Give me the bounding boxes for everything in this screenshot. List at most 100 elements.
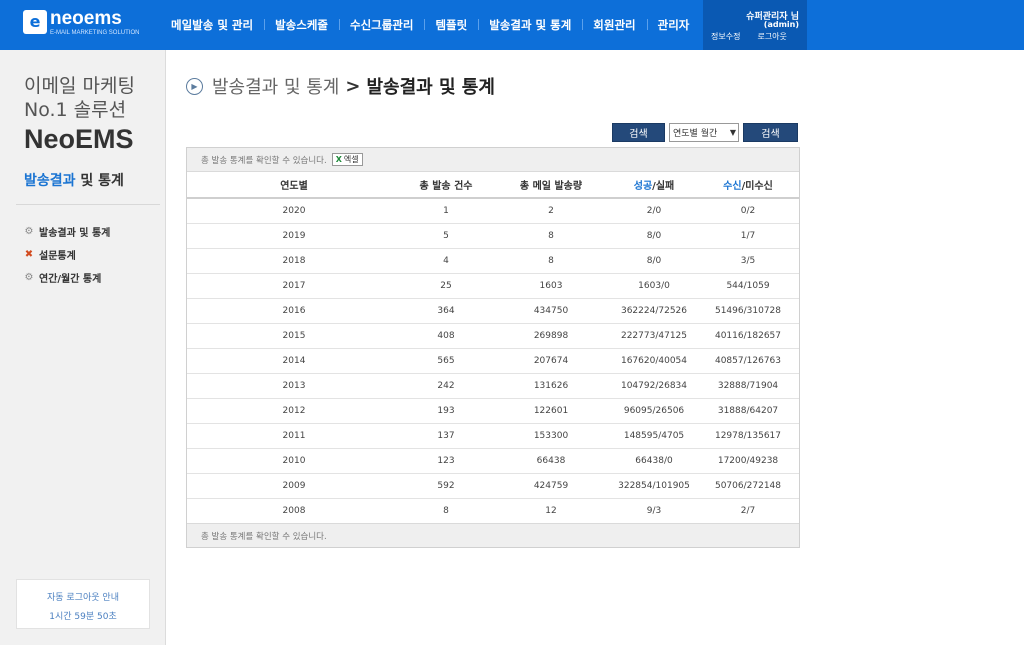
section-title-b: 및 통계 xyxy=(80,173,124,189)
norecv-count: /2 xyxy=(746,205,756,216)
success-count-link[interactable]: 96095 xyxy=(624,406,653,416)
cell-success-fail: 9/3 xyxy=(611,498,697,524)
cell-success-fail: 167620/40054 xyxy=(611,348,697,374)
sidebar-item-label: 설문통계 xyxy=(39,251,76,262)
cell-year: 2009 xyxy=(187,473,401,499)
period-select-value: 연도별 월간 xyxy=(673,129,718,139)
nav-members[interactable]: 회원관리 xyxy=(582,17,646,33)
norecv-count: /126763 xyxy=(743,355,782,366)
user-id: (admin) xyxy=(763,20,799,29)
logo-mark: e xyxy=(23,10,47,34)
cell-total-send: 565 xyxy=(401,348,491,374)
period-select[interactable]: 연도별 월간 ▼ xyxy=(669,123,739,142)
table-row: 2017 25 1603 1603/0 544/1059 xyxy=(187,273,799,299)
logout-link[interactable]: 로그아웃 xyxy=(757,31,786,42)
table-row: 2016 364 434750 362224/72526 51496/310728 xyxy=(187,298,799,324)
gear-icon: ⚙ xyxy=(24,271,34,283)
cell-total-mail: 66438 xyxy=(491,448,611,474)
excel-export-button[interactable]: X 엑셀 xyxy=(331,153,363,166)
cell-total-mail: 12 xyxy=(491,498,611,524)
fail-count: /0 xyxy=(652,230,662,241)
cell-total-mail: 8 xyxy=(491,223,611,249)
edit-profile-link[interactable]: 정보수정 xyxy=(711,31,740,42)
cell-total-mail: 424759 xyxy=(491,473,611,499)
nav-template[interactable]: 템플릿 xyxy=(424,17,478,33)
neoems-logo[interactable]: e neoems E-MAIL MARKETING SOLUTION xyxy=(23,8,139,40)
cell-success-fail: 362224/72526 xyxy=(611,298,697,324)
norecv-count: /135617 xyxy=(743,430,782,441)
col-recv-label: 수신 xyxy=(723,181,742,192)
recv-count-link[interactable]: 40857 xyxy=(715,356,744,366)
search-button[interactable]: 검색 xyxy=(612,123,665,142)
recv-count-link[interactable]: 50706 xyxy=(715,481,744,491)
breadcrumb-parent[interactable]: 발송결과 및 통계 xyxy=(212,73,339,99)
cell-recv-norecv: 2/7 xyxy=(697,498,799,524)
recv-count-link[interactable]: 544 xyxy=(726,281,743,291)
chevron-down-icon: ▼ xyxy=(729,128,736,137)
sidebar-item-survey-stats[interactable]: ✖ 설문통계 xyxy=(24,243,110,266)
top-navigation-bar: e neoems E-MAIL MARKETING SOLUTION 메일발송 … xyxy=(0,0,1024,50)
fail-count: /26834 xyxy=(655,380,688,391)
col-success-label: 성공 xyxy=(633,181,653,192)
nav-recipient-groups[interactable]: 수신그룹관리 xyxy=(338,17,424,33)
success-count-link[interactable]: 104792 xyxy=(621,381,655,391)
success-count-link[interactable]: 66438 xyxy=(635,456,664,466)
success-count-link[interactable]: 322854 xyxy=(618,481,652,491)
cell-year: 2020 xyxy=(187,198,401,224)
nav-schedule[interactable]: 발송스케줄 xyxy=(264,17,339,33)
stats-table: 연도별 총 발송 건수 총 메일 발송량 성공/실패 수신/미수신 2020 1 2… xyxy=(187,172,799,524)
cell-total-send: 137 xyxy=(401,423,491,449)
cell-success-fail: 322854/101905 xyxy=(611,473,697,499)
recv-count-link[interactable]: 40116 xyxy=(715,331,744,341)
sidebar: 이메일 마케팅 No.1 솔루션 NeoEMS 발송결과 및 통계 ⚙ 발송결과… xyxy=(0,50,166,645)
gear-icon: ⚙ xyxy=(24,225,34,237)
success-count-link[interactable]: 1603 xyxy=(638,281,661,291)
recv-count-link[interactable]: 17200 xyxy=(718,456,747,466)
norecv-count: /272148 xyxy=(743,480,782,491)
stats-note-text: 총 발송 통계를 확인할 수 있습니다. xyxy=(201,531,327,542)
cell-recv-norecv: 544/1059 xyxy=(697,273,799,299)
cell-total-send: 193 xyxy=(401,398,491,424)
cell-success-fail: 2/0 xyxy=(611,198,697,224)
cell-total-send: 242 xyxy=(401,373,491,399)
norecv-count: /7 xyxy=(746,230,756,241)
nav-results-stats[interactable]: 발송결과 및 통계 xyxy=(478,17,582,33)
cell-recv-norecv: 0/2 xyxy=(697,198,799,224)
table-row: 2015 408 269898 222773/47125 40116/182657 xyxy=(187,323,799,349)
survey-icon: ✖ xyxy=(24,248,34,260)
search-period-button[interactable]: 검색 xyxy=(743,123,798,142)
table-header-row: 연도별 총 발송 건수 총 메일 발송량 성공/실패 수신/미수신 xyxy=(187,172,799,199)
recv-count-link[interactable]: 51496 xyxy=(715,306,744,316)
success-count-link[interactable]: 362224 xyxy=(621,306,655,316)
recv-count-link[interactable]: 12978 xyxy=(715,431,744,441)
nav-admin[interactable]: 관리자 xyxy=(646,17,701,33)
sidebar-hero: 이메일 마케팅 No.1 솔루션 NeoEMS xyxy=(24,74,135,156)
recv-count-link[interactable]: 31888 xyxy=(718,406,747,416)
cell-recv-norecv: 3/5 xyxy=(697,248,799,274)
sidebar-divider xyxy=(16,204,160,205)
cell-recv-norecv: 51496/310728 xyxy=(697,298,799,324)
success-count-link[interactable]: 167620 xyxy=(621,356,655,366)
hero-line-2: No.1 솔루션 xyxy=(24,99,127,121)
success-count-link[interactable]: 148595 xyxy=(624,431,658,441)
cell-total-mail: 269898 xyxy=(491,323,611,349)
col-fail-label: /실패 xyxy=(652,181,675,192)
recv-count-link[interactable]: 32888 xyxy=(718,381,747,391)
cell-total-mail: 8 xyxy=(491,248,611,274)
norecv-count: /5 xyxy=(746,255,756,266)
cell-year: 2015 xyxy=(187,323,401,349)
norecv-count: /7 xyxy=(746,505,756,516)
sidebar-section-title: 발송결과 및 통계 xyxy=(24,170,124,190)
cell-year: 2008 xyxy=(187,498,401,524)
cell-success-fail: 104792/26834 xyxy=(611,373,697,399)
nav-mail-send[interactable]: 메일발송 및 관리 xyxy=(160,17,264,33)
table-row: 2020 1 2 2/0 0/2 xyxy=(187,198,799,224)
fail-count: /0 xyxy=(663,455,673,466)
sidebar-item-annual-monthly-stats[interactable]: ⚙ 연간/월간 통계 xyxy=(24,266,110,289)
cell-success-fail: 148595/4705 xyxy=(611,423,697,449)
norecv-count: /64207 xyxy=(746,405,779,416)
sidebar-item-results-stats[interactable]: ⚙ 발송결과 및 통계 xyxy=(24,220,111,243)
sidebar-item-label: 발송결과 및 통계 xyxy=(39,228,111,239)
success-count-link[interactable]: 222773 xyxy=(621,331,655,341)
cell-year: 2013 xyxy=(187,373,401,399)
